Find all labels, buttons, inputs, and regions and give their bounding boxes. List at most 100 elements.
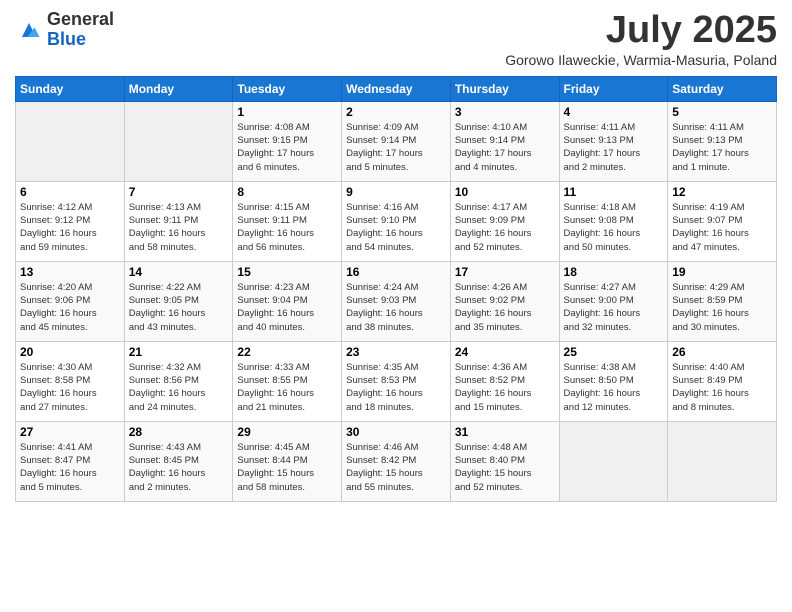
day-info: Sunrise: 4:10 AM Sunset: 9:14 PM Dayligh… <box>455 121 555 174</box>
calendar-cell: 26 Sunrise: 4:40 AM Sunset: 8:49 PM Dayli… <box>668 341 777 421</box>
calendar-cell: 14 Sunrise: 4:22 AM Sunset: 9:05 PM Dayli… <box>124 261 233 341</box>
day-number: 16 <box>346 265 446 279</box>
day-number: 28 <box>129 425 229 439</box>
calendar-header: SundayMondayTuesdayWednesdayThursdayFrid… <box>16 76 777 101</box>
day-number: 23 <box>346 345 446 359</box>
day-number: 2 <box>346 105 446 119</box>
day-number: 21 <box>129 345 229 359</box>
calendar-cell: 20 Sunrise: 4:30 AM Sunset: 8:58 PM Dayli… <box>16 341 125 421</box>
calendar-cell: 7 Sunrise: 4:13 AM Sunset: 9:11 PM Daylig… <box>124 181 233 261</box>
calendar-cell: 31Sunrise: 4:48 AM Sunset: 8:40 PM Dayli… <box>450 421 559 501</box>
day-number: 8 <box>237 185 337 199</box>
day-info: Sunrise: 4:08 AM Sunset: 9:15 PM Dayligh… <box>237 121 337 174</box>
day-info: Sunrise: 4:24 AM Sunset: 9:03 PM Dayligh… <box>346 281 446 334</box>
calendar-cell: 8 Sunrise: 4:15 AM Sunset: 9:11 PM Daylig… <box>233 181 342 261</box>
day-info: Sunrise: 4:15 AM Sunset: 9:11 PM Dayligh… <box>237 201 337 254</box>
week-row-5: 27Sunrise: 4:41 AM Sunset: 8:47 PM Dayli… <box>16 421 777 501</box>
logo-text: General Blue <box>47 10 114 50</box>
calendar-cell: 23 Sunrise: 4:35 AM Sunset: 8:53 PM Dayli… <box>342 341 451 421</box>
day-info: Sunrise: 4:36 AM Sunset: 8:52 PM Dayligh… <box>455 361 555 414</box>
day-info: Sunrise: 4:19 AM Sunset: 9:07 PM Dayligh… <box>672 201 772 254</box>
day-number: 27 <box>20 425 120 439</box>
logo: General Blue <box>15 10 114 50</box>
day-number: 3 <box>455 105 555 119</box>
day-info: Sunrise: 4:11 AM Sunset: 9:13 PM Dayligh… <box>564 121 664 174</box>
calendar-cell <box>124 101 233 181</box>
day-number: 12 <box>672 185 772 199</box>
day-info: Sunrise: 4:48 AM Sunset: 8:40 PM Dayligh… <box>455 441 555 494</box>
day-number: 14 <box>129 265 229 279</box>
calendar-cell: 22Sunrise: 4:33 AM Sunset: 8:55 PM Dayli… <box>233 341 342 421</box>
day-info: Sunrise: 4:43 AM Sunset: 8:45 PM Dayligh… <box>129 441 229 494</box>
calendar-cell: 5Sunrise: 4:11 AM Sunset: 9:13 PM Daylig… <box>668 101 777 181</box>
day-info: Sunrise: 4:20 AM Sunset: 9:06 PM Dayligh… <box>20 281 120 334</box>
day-number: 29 <box>237 425 337 439</box>
day-info: Sunrise: 4:12 AM Sunset: 9:12 PM Dayligh… <box>20 201 120 254</box>
calendar-cell: 9 Sunrise: 4:16 AM Sunset: 9:10 PM Daylig… <box>342 181 451 261</box>
day-info: Sunrise: 4:30 AM Sunset: 8:58 PM Dayligh… <box>20 361 120 414</box>
day-number: 26 <box>672 345 772 359</box>
day-info: Sunrise: 4:40 AM Sunset: 8:49 PM Dayligh… <box>672 361 772 414</box>
calendar-cell: 28 Sunrise: 4:43 AM Sunset: 8:45 PM Dayli… <box>124 421 233 501</box>
calendar-cell: 17 Sunrise: 4:26 AM Sunset: 9:02 PM Dayli… <box>450 261 559 341</box>
page-header: General Blue July 2025 Gorowo Ilaweckie,… <box>15 10 777 68</box>
week-row-4: 20 Sunrise: 4:30 AM Sunset: 8:58 PM Dayli… <box>16 341 777 421</box>
calendar-cell <box>559 421 668 501</box>
day-number: 6 <box>20 185 120 199</box>
day-number: 22 <box>237 345 337 359</box>
day-number: 4 <box>564 105 664 119</box>
week-row-3: 13Sunrise: 4:20 AM Sunset: 9:06 PM Dayli… <box>16 261 777 341</box>
header-cell-tuesday: Tuesday <box>233 76 342 101</box>
header-cell-saturday: Saturday <box>668 76 777 101</box>
day-number: 1 <box>237 105 337 119</box>
month-title: July 2025 <box>505 10 777 52</box>
day-number: 7 <box>129 185 229 199</box>
calendar-cell: 18Sunrise: 4:27 AM Sunset: 9:00 PM Dayli… <box>559 261 668 341</box>
calendar-cell: 13Sunrise: 4:20 AM Sunset: 9:06 PM Dayli… <box>16 261 125 341</box>
calendar-cell: 10Sunrise: 4:17 AM Sunset: 9:09 PM Dayli… <box>450 181 559 261</box>
day-number: 17 <box>455 265 555 279</box>
calendar-cell: 11 Sunrise: 4:18 AM Sunset: 9:08 PM Dayli… <box>559 181 668 261</box>
calendar-cell: 29 Sunrise: 4:45 AM Sunset: 8:44 PM Dayli… <box>233 421 342 501</box>
week-row-2: 6 Sunrise: 4:12 AM Sunset: 9:12 PM Daylig… <box>16 181 777 261</box>
day-number: 15 <box>237 265 337 279</box>
calendar-cell: 30 Sunrise: 4:46 AM Sunset: 8:42 PM Dayli… <box>342 421 451 501</box>
calendar-cell: 19 Sunrise: 4:29 AM Sunset: 8:59 PM Dayli… <box>668 261 777 341</box>
day-number: 20 <box>20 345 120 359</box>
header-cell-friday: Friday <box>559 76 668 101</box>
logo-blue: Blue <box>47 29 86 49</box>
day-info: Sunrise: 4:38 AM Sunset: 8:50 PM Dayligh… <box>564 361 664 414</box>
calendar-cell: 21Sunrise: 4:32 AM Sunset: 8:56 PM Dayli… <box>124 341 233 421</box>
calendar-cell <box>16 101 125 181</box>
day-info: Sunrise: 4:26 AM Sunset: 9:02 PM Dayligh… <box>455 281 555 334</box>
calendar-cell: 3 Sunrise: 4:10 AM Sunset: 9:14 PM Daylig… <box>450 101 559 181</box>
day-info: Sunrise: 4:45 AM Sunset: 8:44 PM Dayligh… <box>237 441 337 494</box>
day-info: Sunrise: 4:35 AM Sunset: 8:53 PM Dayligh… <box>346 361 446 414</box>
calendar-cell: 1 Sunrise: 4:08 AM Sunset: 9:15 PM Daylig… <box>233 101 342 181</box>
calendar-cell <box>668 421 777 501</box>
day-number: 11 <box>564 185 664 199</box>
day-info: Sunrise: 4:09 AM Sunset: 9:14 PM Dayligh… <box>346 121 446 174</box>
day-info: Sunrise: 4:23 AM Sunset: 9:04 PM Dayligh… <box>237 281 337 334</box>
location-subtitle: Gorowo Ilaweckie, Warmia-Masuria, Poland <box>505 52 777 68</box>
day-info: Sunrise: 4:16 AM Sunset: 9:10 PM Dayligh… <box>346 201 446 254</box>
calendar-cell: 16 Sunrise: 4:24 AM Sunset: 9:03 PM Dayli… <box>342 261 451 341</box>
day-info: Sunrise: 4:13 AM Sunset: 9:11 PM Dayligh… <box>129 201 229 254</box>
day-info: Sunrise: 4:22 AM Sunset: 9:05 PM Dayligh… <box>129 281 229 334</box>
calendar-body: 1 Sunrise: 4:08 AM Sunset: 9:15 PM Daylig… <box>16 101 777 501</box>
day-info: Sunrise: 4:18 AM Sunset: 9:08 PM Dayligh… <box>564 201 664 254</box>
day-number: 9 <box>346 185 446 199</box>
calendar-cell: 27Sunrise: 4:41 AM Sunset: 8:47 PM Dayli… <box>16 421 125 501</box>
calendar-cell: 12 Sunrise: 4:19 AM Sunset: 9:07 PM Dayli… <box>668 181 777 261</box>
header-cell-sunday: Sunday <box>16 76 125 101</box>
calendar-cell: 6 Sunrise: 4:12 AM Sunset: 9:12 PM Daylig… <box>16 181 125 261</box>
day-number: 25 <box>564 345 664 359</box>
day-number: 5 <box>672 105 772 119</box>
day-number: 19 <box>672 265 772 279</box>
header-row: SundayMondayTuesdayWednesdayThursdayFrid… <box>16 76 777 101</box>
day-number: 30 <box>346 425 446 439</box>
day-info: Sunrise: 4:46 AM Sunset: 8:42 PM Dayligh… <box>346 441 446 494</box>
week-row-1: 1 Sunrise: 4:08 AM Sunset: 9:15 PM Daylig… <box>16 101 777 181</box>
calendar-cell: 4 Sunrise: 4:11 AM Sunset: 9:13 PM Daylig… <box>559 101 668 181</box>
day-info: Sunrise: 4:29 AM Sunset: 8:59 PM Dayligh… <box>672 281 772 334</box>
